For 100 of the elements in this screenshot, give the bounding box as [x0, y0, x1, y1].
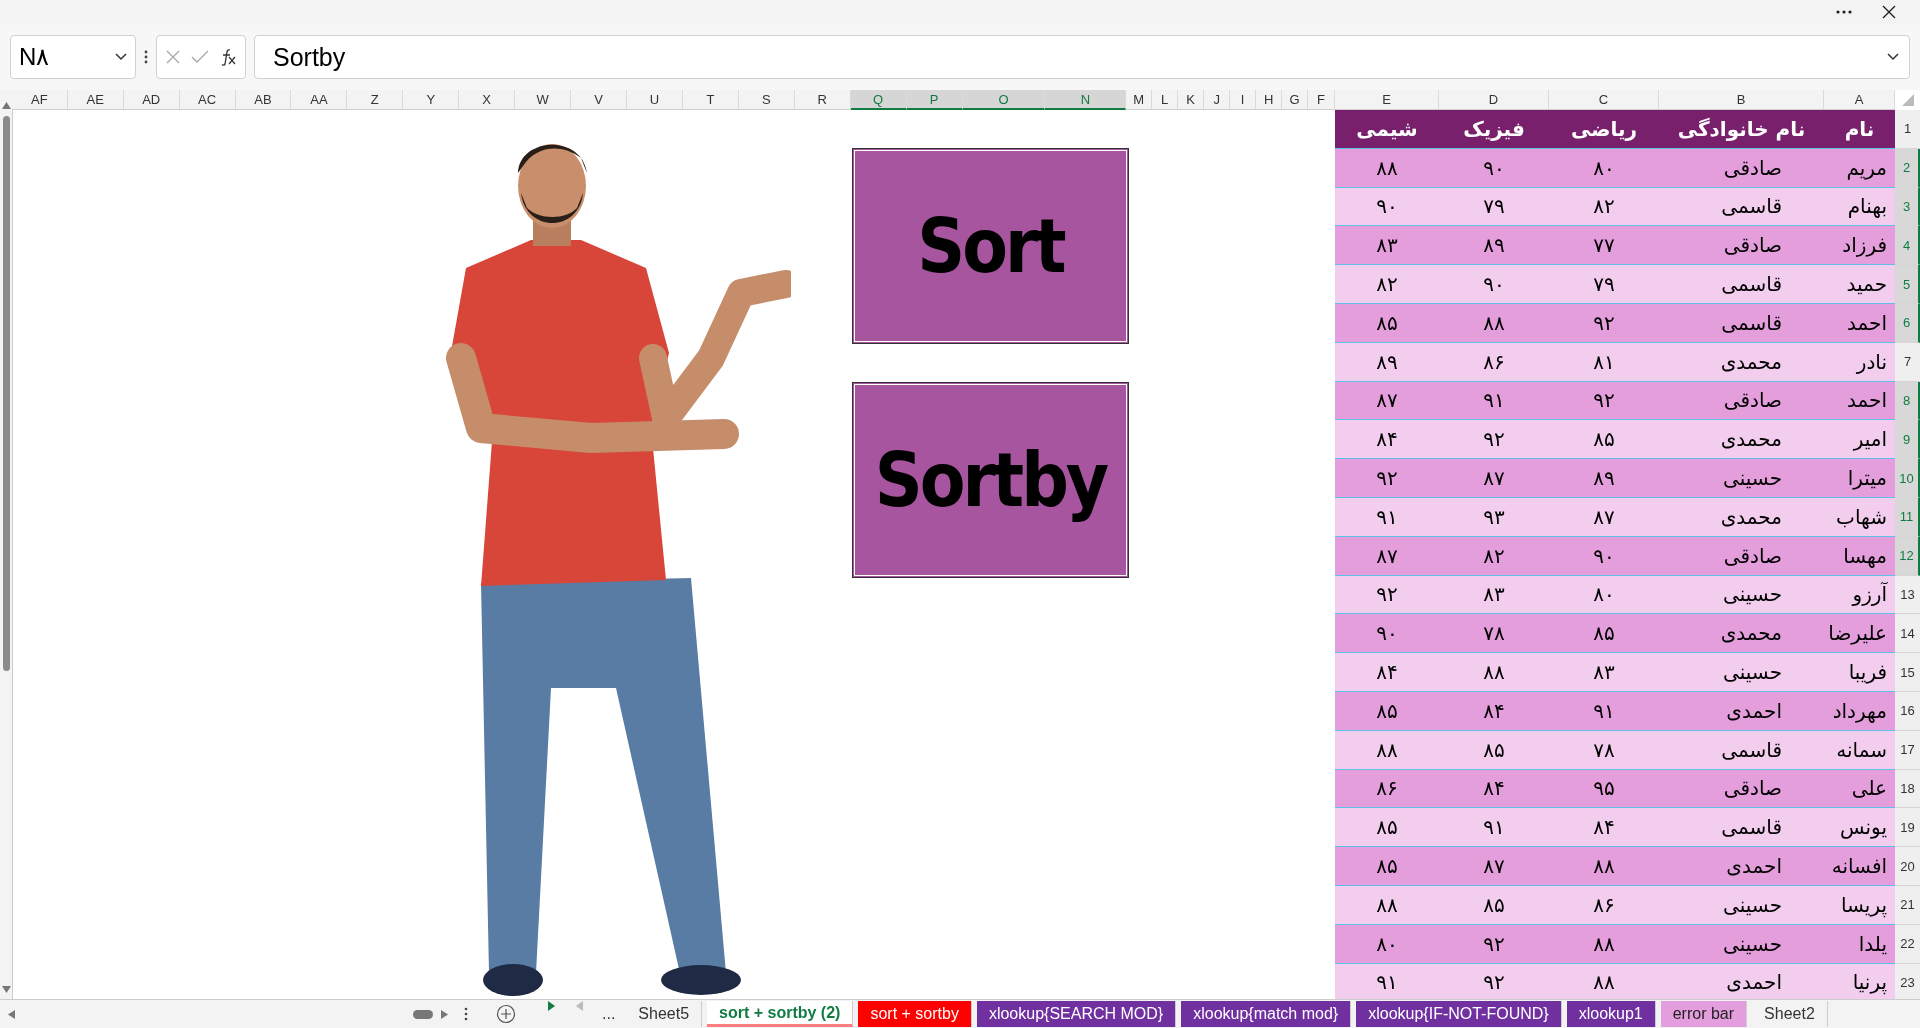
table-cell: نادر [1824, 342, 1895, 382]
row-header[interactable]: 18 [1895, 769, 1920, 809]
row-header[interactable]: 10 [1895, 459, 1920, 498]
more-icon[interactable] [1836, 10, 1852, 14]
column-header[interactable]: V [571, 90, 627, 110]
next-sheet-icon[interactable] [548, 1001, 555, 1011]
row-header[interactable]: 2 [1895, 148, 1920, 188]
formula-field[interactable]: Sortby [254, 35, 1910, 79]
column-header[interactable]: G [1282, 90, 1309, 110]
row-header[interactable]: 4 [1895, 226, 1920, 266]
column-header[interactable]: AE [67, 90, 124, 110]
macro-button[interactable]: Sort [852, 148, 1129, 344]
chevron-down-icon[interactable] [1887, 53, 1899, 61]
row-header[interactable]: 21 [1895, 885, 1920, 925]
column-header[interactable]: I [1230, 90, 1257, 110]
row-header[interactable]: 13 [1895, 575, 1920, 615]
table-cell: حسینی [1659, 459, 1824, 498]
row-header[interactable]: 17 [1895, 730, 1920, 770]
column-header[interactable]: O [962, 90, 1046, 110]
row-header[interactable]: 15 [1895, 653, 1920, 692]
row-header[interactable]: 19 [1895, 808, 1920, 848]
scroll-right-icon[interactable] [441, 1009, 448, 1019]
table-cell: احمدی [1659, 847, 1824, 886]
column-header[interactable]: M [1126, 90, 1153, 110]
column-header[interactable]: AA [291, 90, 348, 110]
column-header[interactable]: H [1256, 90, 1283, 110]
close-icon[interactable] [1882, 5, 1896, 19]
row-header[interactable]: 20 [1895, 847, 1920, 886]
column-header[interactable]: U [627, 90, 683, 110]
row-header[interactable]: 22 [1895, 924, 1920, 964]
row-header[interactable]: 11 [1895, 497, 1920, 537]
add-sheet-icon[interactable] [496, 1004, 516, 1024]
scrollbar-thumb[interactable] [413, 1009, 433, 1019]
table-cell: پریسا [1824, 885, 1895, 925]
scroll-down-icon[interactable] [2, 986, 11, 993]
column-header[interactable]: W [515, 90, 572, 110]
sheet-tab[interactable]: xlookup1 [1566, 1001, 1656, 1027]
more-sheets[interactable]: ... [596, 1001, 622, 1027]
column-header[interactable]: C [1549, 90, 1659, 110]
table-cell: ۸۸ [1439, 653, 1549, 692]
column-header[interactable]: AC [179, 90, 236, 110]
column-header[interactable]: Q [850, 90, 907, 110]
column-header[interactable]: N [1045, 90, 1127, 110]
table-cell: قاسمی [1659, 808, 1824, 848]
sheet-tab[interactable]: xlookup{SEARCH MOD} [976, 1001, 1177, 1027]
row-header[interactable]: 3 [1895, 187, 1920, 227]
row-header[interactable]: 7 [1895, 342, 1920, 382]
column-header[interactable]: P [906, 90, 963, 110]
row-header[interactable]: 16 [1895, 691, 1920, 731]
table-cell: ۹۱ [1439, 808, 1549, 848]
row-header[interactable]: 12 [1895, 536, 1920, 576]
column-header[interactable]: X [459, 90, 516, 110]
table-cell: ۹۱ [1439, 381, 1549, 421]
column-header[interactable]: R [794, 90, 851, 110]
column-header[interactable]: S [738, 90, 795, 110]
sheet-tab[interactable]: error bar [1660, 1001, 1748, 1027]
table-cell: ۸۵ [1549, 614, 1659, 654]
row-header[interactable]: 9 [1895, 420, 1920, 460]
column-header[interactable]: AB [235, 90, 292, 110]
column-header[interactable]: T [682, 90, 739, 110]
table-cell: ۸۹ [1549, 459, 1659, 498]
column-header[interactable]: AD [123, 90, 180, 110]
row-header[interactable]: 1 [1895, 110, 1920, 149]
column-header[interactable]: AF [11, 90, 68, 110]
scroll-up-icon[interactable] [2, 102, 11, 109]
column-header[interactable]: J [1204, 90, 1231, 110]
table-cell: ۸۵ [1335, 847, 1439, 886]
sheet-tab[interactable]: xlookup{match mod} [1181, 1001, 1352, 1027]
scroll-left-icon[interactable] [8, 1009, 15, 1019]
row-header[interactable]: 8 [1895, 381, 1920, 421]
column-header[interactable]: A [1824, 90, 1895, 110]
cancel-icon[interactable] [165, 49, 181, 65]
column-header[interactable]: Y [403, 90, 460, 110]
name-box[interactable]: N۸ [10, 35, 136, 79]
table-cell: ۸۷ [1335, 381, 1439, 421]
table-cell: ۸۴ [1335, 653, 1439, 692]
column-header[interactable]: Z [347, 90, 404, 110]
row-header[interactable]: 14 [1895, 614, 1920, 654]
column-title: نام خانوادگی [1659, 110, 1824, 149]
row-header[interactable]: 5 [1895, 265, 1920, 304]
column-header[interactable]: L [1152, 90, 1179, 110]
function-icon[interactable] [219, 48, 237, 66]
chevron-down-icon[interactable] [115, 53, 127, 61]
drag-handle-icon[interactable] [144, 50, 148, 64]
macro-button[interactable]: Sortby [852, 382, 1129, 578]
table-cell: ۹۲ [1335, 459, 1439, 498]
column-header[interactable]: B [1659, 90, 1824, 110]
sheet-tab[interactable]: sort + sortby [858, 1001, 972, 1027]
scrollbar-thumb[interactable] [3, 116, 10, 671]
column-header[interactable]: K [1178, 90, 1205, 110]
sheet-tab[interactable]: xlookup{IF-NOT-FOUND} [1356, 1001, 1562, 1027]
checkmark-icon[interactable] [191, 50, 209, 64]
column-header[interactable]: E [1335, 90, 1439, 110]
table-cell: صادقی [1659, 226, 1824, 266]
column-header[interactable]: D [1439, 90, 1549, 110]
table-cell: ۷۷ [1549, 226, 1659, 266]
sheet-tab[interactable]: sort + sortby (2) [707, 1001, 854, 1027]
column-header[interactable]: F [1308, 90, 1335, 110]
row-header[interactable]: 6 [1895, 304, 1920, 343]
drag-handle-icon[interactable] [464, 1007, 468, 1021]
